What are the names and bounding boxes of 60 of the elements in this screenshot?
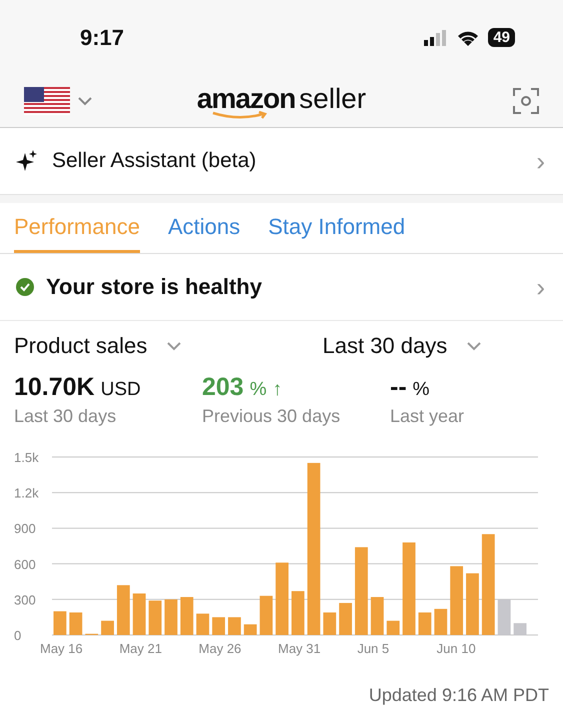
axis-label: Jun 10: [436, 641, 476, 656]
bar: [434, 608, 448, 635]
battery-level: 49: [488, 28, 515, 47]
bar: [132, 593, 146, 635]
metric-value: --: [390, 373, 407, 402]
axis-label: 600: [14, 556, 36, 572]
sparkle-icon: [16, 150, 38, 172]
chevron-down-icon: [467, 342, 482, 350]
flag-icon: [24, 87, 70, 115]
bar: [244, 624, 257, 635]
axis-label: 300: [14, 592, 36, 608]
bar: [54, 611, 66, 635]
axis-label: May 21: [119, 641, 162, 656]
scan-icon[interactable]: [513, 88, 540, 114]
bar: [116, 585, 130, 635]
axis-label: May 31: [278, 641, 321, 656]
metric-caption: Previous 30 days: [202, 406, 342, 427]
tab[interactable]: Actions: [168, 203, 240, 253]
axis-label: 0: [14, 628, 22, 643]
bar: [323, 612, 336, 635]
axis-label: 1.5k: [14, 450, 39, 465]
bar: [260, 596, 273, 635]
bar: [386, 620, 400, 635]
bar: [212, 617, 226, 635]
signal-icon: [424, 30, 448, 46]
dropdown[interactable]: Product sales: [14, 333, 240, 359]
bar: [101, 620, 114, 635]
tab[interactable]: Stay Informed: [268, 203, 406, 253]
metric-value: 203: [202, 373, 244, 402]
bar: [164, 599, 178, 635]
bar: [196, 614, 210, 635]
metric-caption: Last year: [390, 406, 466, 427]
metric-caption: Last 30 days: [14, 406, 118, 427]
up-arrow-icon: ↑: [272, 379, 282, 401]
bar: [69, 612, 82, 635]
clock: 9:17: [80, 24, 126, 50]
check-circle-icon: [16, 278, 34, 296]
chevron-down-icon[interactable]: [78, 96, 92, 106]
bar: [339, 602, 352, 635]
axis-label: 900: [14, 521, 36, 536]
metric-unit: USD: [100, 379, 141, 401]
bar: [370, 597, 384, 635]
logo: amazonseller: [196, 83, 366, 119]
axis-label: 1.2k: [14, 486, 39, 501]
chevron-down-icon: [167, 342, 182, 350]
bar: [180, 597, 194, 635]
updated-time: Updated 9:16 AM PDT: [368, 685, 549, 705]
bar: [228, 617, 241, 635]
axis-label: Jun 5: [357, 641, 390, 656]
bar: [418, 612, 432, 635]
metric-unit: %: [250, 379, 267, 401]
bar: [450, 566, 464, 635]
dropdown[interactable]: Last 30 days: [240, 333, 549, 359]
metric-unit: %: [412, 379, 430, 401]
metric-value: 10.70K: [14, 373, 95, 402]
bar: [148, 600, 162, 635]
axis-label: May 16: [40, 641, 83, 656]
bar: [292, 591, 304, 635]
bar: [466, 573, 479, 635]
axis-label: May 26: [198, 641, 242, 656]
